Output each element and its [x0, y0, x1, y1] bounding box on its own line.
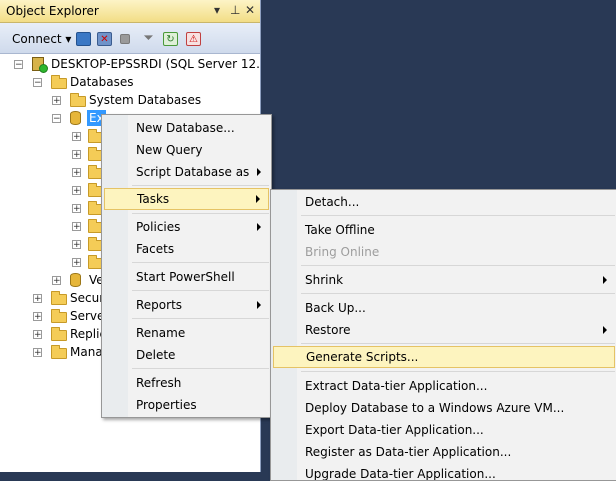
filter-icon[interactable]: ⏷ [141, 32, 156, 46]
menu-item-generate-scripts[interactable]: Generate Scripts... [273, 346, 615, 368]
menu-separator [132, 368, 269, 369]
submenu-arrow-icon [257, 301, 261, 309]
connect-icon[interactable] [76, 32, 91, 46]
expand-icon[interactable]: + [33, 330, 42, 340]
server-icon [32, 57, 48, 73]
expand-icon[interactable]: + [33, 348, 42, 358]
folder-icon [70, 93, 86, 107]
folder-icon [51, 291, 67, 305]
stop-icon[interactable] [120, 34, 130, 44]
menu-item-new-database[interactable]: New Database... [104, 117, 269, 139]
management-label: Mana [70, 345, 103, 359]
menu-item-export-data-tier[interactable]: Export Data-tier Application... [273, 419, 615, 441]
menu-item-detach[interactable]: Detach... [273, 191, 615, 213]
panel-toolbar: Connect ▾ ✕ ⏷ ↻ ⚠ [0, 23, 260, 54]
tasks-submenu: Detach... Take Offline Bring Online Shri… [270, 189, 616, 481]
dropdown-arrow-icon[interactable]: ▾ [214, 3, 220, 17]
submenu-arrow-icon [256, 195, 260, 203]
menu-item-restore[interactable]: Restore [273, 319, 615, 341]
menu-item-delete[interactable]: Delete [104, 344, 269, 366]
menu-separator [301, 343, 615, 344]
menu-item-label: Script Database as [136, 165, 250, 179]
menu-item-back-up[interactable]: Back Up... [273, 297, 615, 319]
submenu-arrow-icon [603, 326, 607, 334]
menu-item-register-data-tier[interactable]: Register as Data-tier Application... [273, 441, 615, 463]
menu-item-label: Restore [305, 323, 351, 337]
menu-item-take-offline[interactable]: Take Offline [273, 219, 615, 241]
database-icon [70, 273, 81, 287]
folder-icon [51, 75, 67, 89]
activity-monitor-icon[interactable]: ⚠ [186, 32, 201, 46]
menu-item-label: Policies [136, 220, 181, 234]
panel-title: Object Explorer [6, 4, 99, 18]
menu-separator [301, 371, 615, 372]
tree-databases-node[interactable]: − Databases [0, 73, 260, 91]
menu-item-properties[interactable]: Properties [104, 394, 269, 416]
menu-separator [132, 290, 269, 291]
expand-icon[interactable]: + [72, 168, 81, 178]
expand-icon[interactable]: + [72, 132, 81, 142]
menu-separator [132, 318, 269, 319]
submenu-arrow-icon [603, 276, 607, 284]
folder-icon [51, 345, 67, 359]
folder-icon [51, 309, 67, 323]
menu-separator [132, 213, 269, 214]
menu-item-deploy-to-azure-vm[interactable]: Deploy Database to a Windows Azure VM... [273, 397, 615, 419]
menu-item-label: Shrink [305, 273, 344, 287]
menu-item-facets[interactable]: Facets [104, 238, 269, 260]
refresh-icon[interactable]: ↻ [163, 32, 178, 46]
menu-item-shrink[interactable]: Shrink [273, 269, 615, 291]
submenu-arrow-icon [257, 168, 261, 176]
menu-separator [301, 293, 615, 294]
system-databases-label: System Databases [89, 93, 202, 107]
menu-item-label: Reports [136, 298, 183, 312]
menu-item-new-query[interactable]: New Query [104, 139, 269, 161]
expand-icon[interactable]: + [33, 312, 42, 322]
tree-server-node[interactable]: − DESKTOP-EPSSRDI (SQL Server 12.0.200 [0, 55, 260, 73]
panel-title-bar: Object Explorer ▾ ⊥ ✕ [0, 0, 260, 23]
close-icon[interactable]: ✕ [245, 3, 255, 17]
databases-label: Databases [70, 75, 134, 89]
menu-item-upgrade-data-tier[interactable]: Upgrade Data-tier Application... [273, 463, 615, 480]
collapse-icon[interactable]: − [52, 114, 61, 124]
menu-separator [132, 185, 269, 186]
menu-item-script-database-as[interactable]: Script Database as [104, 161, 269, 183]
menu-item-rename[interactable]: Rename [104, 322, 269, 344]
expand-icon[interactable]: + [72, 258, 81, 268]
menu-item-policies[interactable]: Policies [104, 216, 269, 238]
submenu-arrow-icon [257, 223, 261, 231]
expand-icon[interactable]: + [72, 186, 81, 196]
menu-item-start-powershell[interactable]: Start PowerShell [104, 266, 269, 288]
server-label: DESKTOP-EPSSRDI (SQL Server 12.0.200 [51, 57, 260, 71]
menu-separator [301, 265, 615, 266]
collapse-icon[interactable]: − [33, 78, 42, 88]
menu-item-label: Tasks [137, 192, 170, 206]
menu-separator [301, 215, 615, 216]
pin-icon[interactable]: ⊥ [230, 3, 240, 17]
tree-system-databases-node[interactable]: + System Databases [0, 91, 260, 109]
expand-icon[interactable]: + [52, 276, 61, 286]
expand-icon[interactable]: + [33, 294, 42, 304]
database-context-menu: New Database... New Query Script Databas… [101, 114, 272, 418]
menu-separator [132, 262, 269, 263]
menu-item-reports[interactable]: Reports [104, 294, 269, 316]
menu-item-extract-data-tier[interactable]: Extract Data-tier Application... [273, 375, 615, 397]
collapse-icon[interactable]: − [14, 60, 23, 70]
expand-icon[interactable]: + [72, 204, 81, 214]
menu-item-refresh[interactable]: Refresh [104, 372, 269, 394]
menu-item-bring-online: Bring Online [305, 245, 380, 259]
connect-button[interactable]: Connect ▾ [12, 32, 71, 46]
expand-icon[interactable]: + [72, 240, 81, 250]
folder-icon [51, 327, 67, 341]
menu-item-tasks[interactable]: Tasks [104, 188, 269, 210]
expand-icon[interactable]: + [72, 222, 81, 232]
database-icon [70, 111, 81, 125]
expand-icon[interactable]: + [72, 150, 81, 160]
expand-icon[interactable]: + [52, 96, 61, 106]
